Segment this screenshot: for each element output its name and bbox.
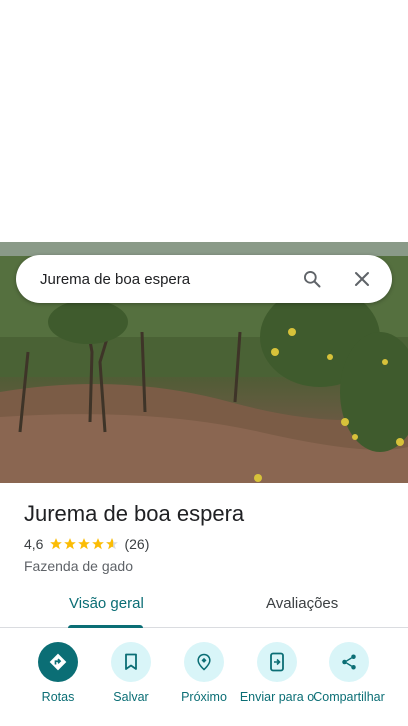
directions-button[interactable]: Rotas: [19, 640, 97, 704]
star-half-icon: [106, 538, 119, 550]
place-category: Fazenda de gado: [24, 558, 133, 574]
star-icon: [92, 538, 105, 550]
tab-overview[interactable]: Visão geral: [0, 585, 208, 628]
nearby-button[interactable]: Próximo: [165, 640, 243, 704]
rating-value: 4,6: [24, 536, 44, 552]
nearby-label: Próximo: [181, 690, 227, 704]
place-title: Jurema de boa espera: [24, 501, 245, 526]
close-icon[interactable]: [350, 267, 374, 291]
action-bar: Rotas Salvar Próximo Enviar para o Compa…: [0, 640, 408, 726]
star-icon: [50, 538, 63, 550]
search-input[interactable]: Jurema de boa espera: [16, 271, 300, 288]
tab-reviews[interactable]: Avaliações: [208, 585, 408, 627]
nearby-icon: [197, 653, 211, 671]
bookmark-icon: [125, 653, 137, 670]
save-label: Salvar: [113, 690, 149, 704]
directions-label: Rotas: [41, 690, 75, 704]
search-icon[interactable]: [300, 267, 324, 291]
send-to-phone-label: Enviar para o: [239, 690, 315, 704]
star-icon: [78, 538, 91, 550]
share-button[interactable]: Compartilhar: [310, 640, 388, 704]
tab-reviews-label: Avaliações: [266, 595, 339, 612]
place-info: Jurema de boa espera 4,6 (26) Fazenda de…: [24, 500, 394, 574]
directions-icon: [49, 653, 67, 671]
save-button[interactable]: Salvar: [92, 640, 170, 704]
send-to-phone-icon: [270, 652, 284, 672]
review-count: (26): [124, 536, 150, 552]
share-label: Compartilhar: [313, 690, 385, 704]
rating-stars: [49, 537, 119, 551]
star-icon: [64, 538, 77, 550]
active-tab-indicator: [68, 625, 143, 628]
tab-overview-label: Visão geral: [69, 595, 144, 612]
send-to-phone-button[interactable]: Enviar para o: [238, 640, 316, 704]
share-icon: [342, 654, 356, 670]
rating-row[interactable]: 4,6 (26): [24, 536, 394, 552]
search-bar[interactable]: Jurema de boa espera: [16, 255, 392, 303]
tab-bar: Visão geral Avaliações: [0, 585, 408, 628]
